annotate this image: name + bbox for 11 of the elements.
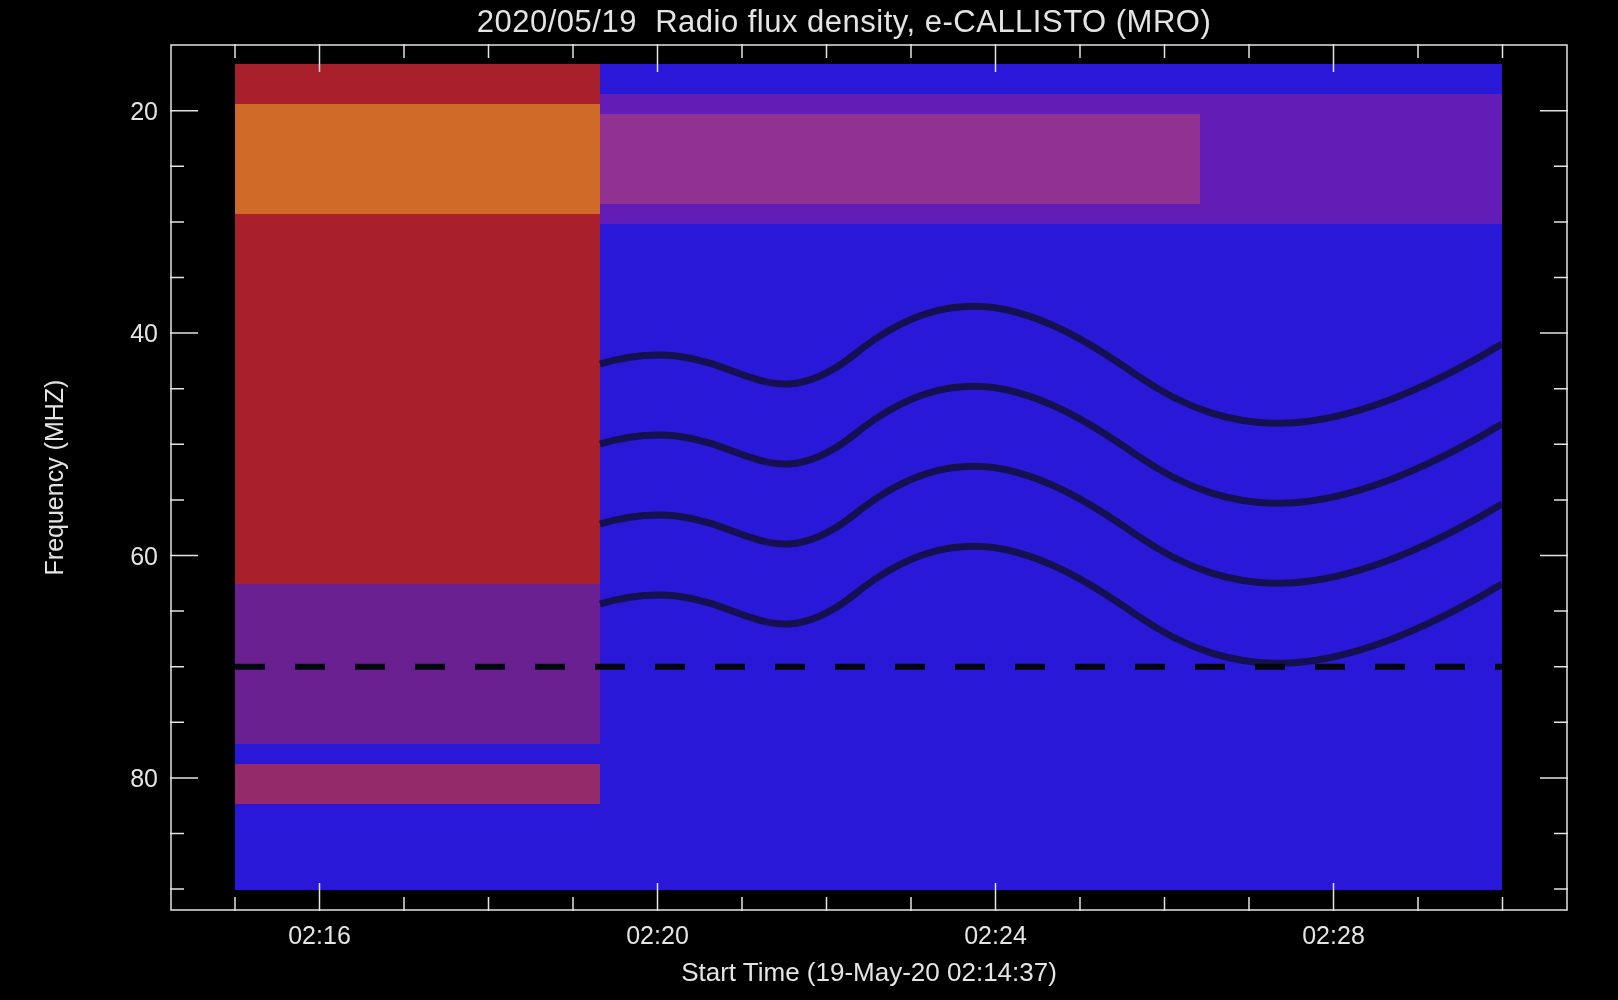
- x-tick-label: 02:24: [964, 921, 1027, 950]
- y-tick-label: 80: [130, 763, 158, 793]
- x-tick-label: 02:28: [1302, 921, 1365, 950]
- y-tick-label: 60: [130, 541, 158, 570]
- x-tick-label: 02:16: [288, 921, 351, 950]
- chart-title: 2020/05/19 Radio flux density, e-CALLISTO (MRO): [475, 3, 1213, 41]
- y-tick-label: 40: [130, 318, 158, 348]
- x-tick-label: 02:20: [626, 921, 689, 950]
- y-tick-label: 20: [130, 96, 158, 126]
- x-axis-label: Start Time (19-May-20 02:14:37): [681, 957, 1057, 989]
- y-axis-label: Frequency (MHZ): [40, 379, 70, 576]
